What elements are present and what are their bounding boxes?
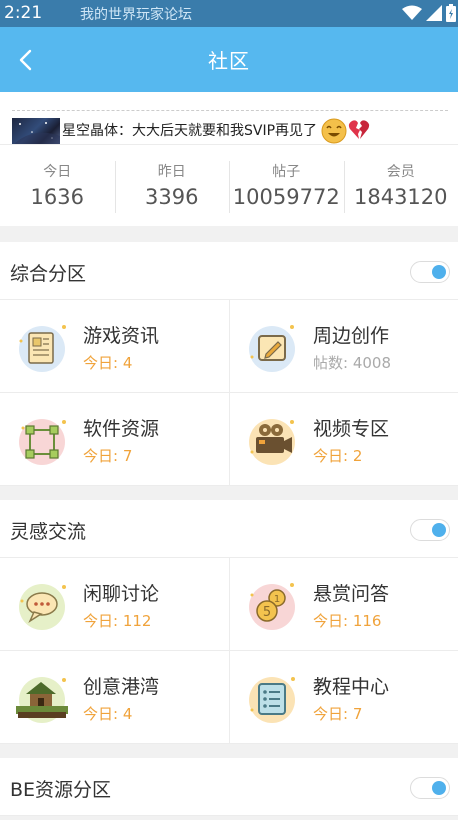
battery-icon [446,4,456,22]
announcement-ticker[interactable]: 星空晶体：大大后天就要和我SVIP再见了 [0,92,458,146]
svg-text:1: 1 [274,594,280,605]
stat-value: 1636 [30,185,84,209]
stat-value: 1843120 [353,185,448,209]
forum-today-count: 今日: 4 [83,705,133,723]
coins-icon: 15 [249,583,295,630]
stat-posts: 帖子 10059772 [229,145,344,226]
forum-grid-general: 游戏资讯 今日: 4 周边创作 帖数: 4008 软件资源 今日: 7 视频专区… [0,300,458,486]
stat-label: 今日 [43,164,72,180]
status-notification-title: 我的世界玩家论坛 [80,7,192,23]
toggle-knob [432,265,446,279]
svg-text:5: 5 [263,605,271,620]
newspaper-icon [19,325,66,372]
stat-label: 会员 [386,164,415,180]
section-header-be-resources[interactable]: BE资源分区 [0,758,458,816]
section-header-general[interactable]: 综合分区 [0,242,458,300]
forum-item-software[interactable]: 软件资源 今日: 7 [0,393,229,486]
stat-label: 昨日 [157,164,186,180]
forum-today-count: 今日: 4 [83,354,133,372]
nodes-icon [19,419,66,465]
forum-name: 游戏资讯 [83,325,160,347]
forum-today-count: 今日: 112 [83,612,152,630]
section-toggle[interactable] [410,261,450,283]
stat-label: 帖子 [272,164,301,180]
pixel-house-icon [16,677,68,723]
avatar [12,118,60,146]
forum-item-video[interactable]: 视频专区 今日: 2 [229,393,458,486]
laughing-face-icon [321,118,347,144]
stats-row: 今日 1636 昨日 3396 帖子 10059772 会员 1843120 [0,144,458,226]
stat-members: 会员 1843120 [343,145,458,226]
section-title: 灵感交流 [10,521,87,543]
wifi-icon [402,5,422,20]
broken-heart-icon [348,120,370,139]
section-title: BE资源分区 [10,779,112,801]
forum-today-count: 今日: 7 [313,705,363,723]
forum-post-count: 帖数: 4008 [313,354,391,372]
forum-today-count: 今日: 116 [313,612,382,630]
list-icon [249,677,295,723]
forum-item-creative-harbor[interactable]: 创意港湾 今日: 4 [0,651,229,744]
status-bar: 2:21 我的世界玩家论坛 [0,0,458,27]
forum-name: 软件资源 [83,418,160,440]
divider [12,110,448,111]
app-bar: 社区 [0,27,458,92]
video-camera-icon [249,419,295,465]
forum-name: 闲聊讨论 [83,583,160,605]
signal-icon [426,5,442,21]
section-header-inspiration[interactable]: 灵感交流 [0,500,458,558]
edit-icon [249,325,295,372]
toggle-knob [432,523,446,537]
forum-item-chat[interactable]: 闲聊讨论 今日: 112 [0,558,229,651]
forum-name: 教程中心 [313,676,390,698]
status-time: 2:21 [4,3,43,23]
stat-yesterday: 昨日 3396 [114,145,230,226]
forum-item-tutorials[interactable]: 教程中心 今日: 7 [229,651,458,744]
forum-item-fan-creation[interactable]: 周边创作 帖数: 4008 [229,300,458,393]
forum-item-bounty-qa[interactable]: 15 悬赏问答 今日: 116 [229,558,458,651]
ticker-message: 星空晶体：大大后天就要和我SVIP再见了 [62,123,318,139]
forum-name: 创意港湾 [83,676,160,698]
forum-grid-inspiration: 闲聊讨论 今日: 112 15 悬赏问答 今日: 116 创意港湾 今日: 4 … [0,558,458,744]
forum-today-count: 今日: 7 [83,447,133,465]
stat-today: 今日 1636 [0,145,115,226]
stat-value: 10059772 [232,185,340,209]
chat-bubble-icon [19,584,66,630]
status-icons [402,3,456,23]
forum-name: 周边创作 [313,325,390,347]
forum-name: 视频专区 [313,418,390,440]
section-toggle[interactable] [410,777,450,799]
forum-name: 悬赏问答 [313,583,390,605]
page-title: 社区 [208,49,250,73]
stat-value: 3396 [145,185,199,209]
forum-today-count: 今日: 2 [313,447,363,465]
section-title: 综合分区 [10,263,87,285]
section-toggle[interactable] [410,519,450,541]
forum-item-game-news[interactable]: 游戏资讯 今日: 4 [0,300,229,393]
toggle-knob [432,781,446,795]
